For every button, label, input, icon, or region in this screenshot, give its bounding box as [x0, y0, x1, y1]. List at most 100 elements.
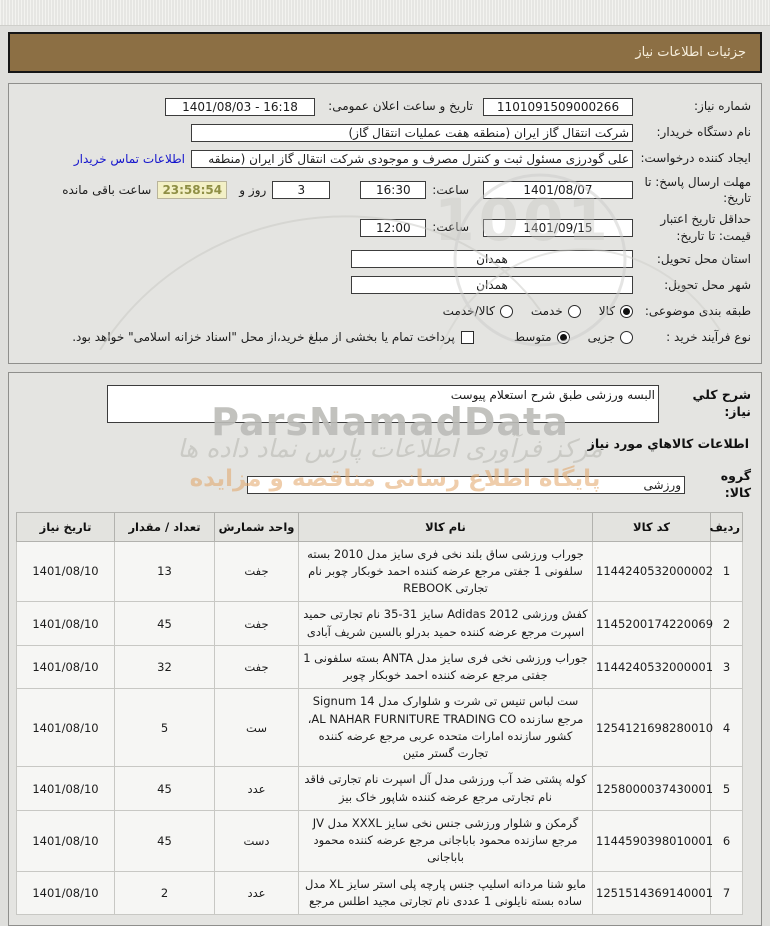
reply-deadline-label: مهلت ارسال پاسخ: تا تاریخ:: [644, 175, 751, 206]
remaining-days-field[interactable]: 3: [272, 181, 331, 200]
service-radio-label: خدمت: [530, 304, 563, 319]
goods-radio[interactable]: [620, 304, 633, 318]
cell-unit: ست: [214, 688, 299, 768]
buyer-contact-link[interactable]: اطلاعات تماس خریدار: [74, 152, 185, 166]
reply-deadline-date-field[interactable]: 1401/08/07: [483, 181, 633, 200]
cell-item-code: 1144590398010001: [592, 809, 713, 872]
request-creator-label: ایجاد کننده درخواست:: [640, 151, 751, 166]
cell-unit: عدد: [214, 870, 299, 915]
remaining-hours-label: ساعت باقی مانده: [62, 183, 152, 198]
announce-datetime-label: تاریخ و ساعت اعلان عمومی:: [328, 99, 473, 114]
cell-unit: جفت: [214, 540, 299, 603]
need-info-panel: شماره نیاز: 1101091509000266 تاریخ و ساع…: [8, 83, 762, 364]
items-table-head: ردیف کد کالا نام کالا واحد شمارش تعداد /…: [16, 511, 743, 542]
row-buyer-org: نام دستگاه خریدار: شرکت انتقال گاز ایران…: [19, 122, 751, 143]
buyer-org-field[interactable]: شرکت انتقال گاز ایران (منطقه هفت عملیات …: [191, 123, 633, 142]
page-top-texture: [0, 0, 770, 26]
goods-info-panel: شرح کلي نیاز: البسه ورزشی طبق شرح استعلا…: [8, 371, 762, 926]
cell-quantity: 45: [114, 809, 215, 872]
col-header-item-name: نام کالا: [298, 511, 593, 542]
cell-item-code: 1144240532000002: [592, 540, 713, 603]
cell-quantity: 32: [114, 644, 215, 690]
reply-deadline-time-field[interactable]: 16:30: [360, 181, 427, 200]
table-row: 3 1144240532000001 جوراب ورزشی نخی فری س…: [16, 644, 743, 690]
goods-group-field[interactable]: ورزشی: [247, 475, 685, 494]
cell-unit: دست: [214, 809, 299, 872]
cell-item-name: جوراب ورزشی ساق بلند نخی فری سایز مدل 20…: [298, 540, 593, 603]
radio-option-medium[interactable]: متوسط: [514, 330, 570, 344]
treasury-note: پرداخت تمام یا بخشی از مبلغ خرید،از محل …: [72, 330, 455, 345]
need-number-field[interactable]: 1101091509000266: [483, 97, 633, 116]
table-row: 6 1144590398010001 گرمکن و شلوار ورزشی ج…: [16, 809, 743, 872]
purchase-process-label: نوع فرآیند خرید :: [666, 330, 751, 345]
cell-unit: جفت: [214, 644, 299, 690]
cell-item-code: 1258000037430001: [592, 766, 713, 811]
row-reply-deadline: مهلت ارسال پاسخ: تا تاریخ: 1401/08/07 سا…: [19, 174, 751, 206]
cell-need-date: 1401/08/10: [16, 766, 115, 811]
cell-item-code: 1145200174220069: [592, 601, 713, 646]
cell-item-name: مایو شنا مردانه اسلیپ جنس پارچه پلی استر…: [298, 870, 593, 915]
goods-service-radio[interactable]: [499, 304, 513, 318]
need-description-field[interactable]: البسه ورزشی طبق شرح استعلام پیوست: [107, 384, 659, 423]
reply-deadline-time-label: ساعت:: [432, 183, 469, 198]
cell-item-name: گرمکن و شلوار ورزشی جنس نخی سایز XXXL مد…: [298, 809, 593, 872]
cell-row-number: 2: [710, 601, 743, 646]
price-validity-date-field[interactable]: 1401/09/15: [483, 218, 633, 237]
cell-row-number: 6: [710, 809, 743, 872]
cell-row-number: 3: [710, 644, 743, 690]
delivery-province-field[interactable]: همدان: [351, 250, 633, 269]
cell-item-name: جوراب ورزشی نخی فری سایز مدل ANTA بسته س…: [298, 644, 593, 690]
table-row: 2 1145200174220069 کفش ورزشی Adidas 2012…: [16, 601, 743, 646]
cell-unit: جفت: [214, 601, 299, 646]
table-row: 5 1258000037430001 کوله پشتی ضد آب ورزشی…: [16, 766, 743, 811]
need-number-label: شماره نیاز:: [694, 99, 751, 114]
cell-unit: عدد: [214, 766, 299, 811]
subject-class-label: طبقه بندی موضوعی:: [644, 304, 751, 319]
cell-need-date: 1401/08/10: [16, 540, 115, 603]
cell-quantity: 13: [114, 540, 215, 603]
delivery-province-label: استان محل تحویل:: [656, 252, 751, 267]
remaining-days-label: روز و: [239, 183, 267, 198]
cell-row-number: 7: [710, 870, 743, 915]
cell-item-name: ست لباس تنیس تی شرت و شلوارک مدل Signum …: [298, 688, 593, 768]
cell-need-date: 1401/08/10: [16, 601, 115, 646]
partial-radio[interactable]: [620, 330, 633, 344]
request-creator-field[interactable]: علی گودرزی مسئول ثبت و کنترل مصرف و موجو…: [191, 149, 633, 168]
price-validity-label: حداقل تاریخ اعتبار قیمت: تا تاریخ:: [660, 212, 751, 243]
goods-heading: اطلاعات کالاهاي مورد نیاز: [587, 435, 749, 451]
col-header-item-code: کد کالا: [592, 511, 711, 542]
table-row: 4 1254121698280010 ست لباس تنیس تی شرت و…: [16, 688, 743, 768]
row-delivery-province: استان محل تحویل: همدان: [19, 249, 751, 270]
price-validity-time-field[interactable]: 12:00: [360, 218, 427, 237]
goods-radio-label: کالا: [598, 304, 615, 319]
items-table-body: 1 1144240532000002 جوراب ورزشی ساق بلند …: [16, 540, 743, 915]
buyer-org-label: نام دستگاه خریدار:: [656, 125, 752, 140]
cell-row-number: 5: [710, 766, 743, 811]
service-radio[interactable]: [567, 304, 581, 318]
cell-item-code: 1251514369140001: [592, 870, 713, 915]
col-header-unit: واحد شمارش: [214, 511, 299, 542]
price-validity-time-label: ساعت:: [432, 220, 469, 235]
radio-option-service[interactable]: خدمت: [531, 304, 581, 318]
radio-option-partial[interactable]: جزیی: [588, 330, 633, 344]
cell-quantity: 45: [114, 601, 215, 646]
radio-option-goods-service[interactable]: کالا/خدمت: [443, 304, 513, 318]
need-description-label: شرح کلي نیاز:: [692, 386, 751, 419]
row-need-number: شماره نیاز: 1101091509000266 تاریخ و ساع…: [19, 96, 751, 117]
cell-row-number: 1: [710, 540, 743, 603]
row-delivery-city: شهر محل تحویل: همدان: [19, 275, 751, 296]
items-header-row: ردیف کد کالا نام کالا واحد شمارش تعداد /…: [16, 511, 743, 542]
col-header-quantity: تعداد / مقدار: [114, 511, 215, 542]
delivery-city-field[interactable]: همدان: [351, 276, 633, 295]
col-header-need-date: تاریخ نیاز: [16, 511, 115, 542]
announce-datetime-field[interactable]: 1401/08/03 - 16:18: [165, 97, 315, 116]
cell-quantity: 2: [114, 870, 215, 915]
items-table: ردیف کد کالا نام کالا واحد شمارش تعداد /…: [16, 511, 743, 915]
countdown-timer: 23:58:54: [157, 181, 228, 200]
radio-option-goods[interactable]: کالا: [599, 304, 633, 318]
cell-item-name: کفش ورزشی Adidas 2012 سایز 31-35 نام تجا…: [298, 601, 593, 646]
medium-radio[interactable]: [556, 330, 570, 344]
treasury-checkbox[interactable]: [460, 330, 474, 344]
medium-radio-label: متوسط: [513, 330, 552, 345]
col-header-row-number: ردیف: [709, 511, 743, 542]
